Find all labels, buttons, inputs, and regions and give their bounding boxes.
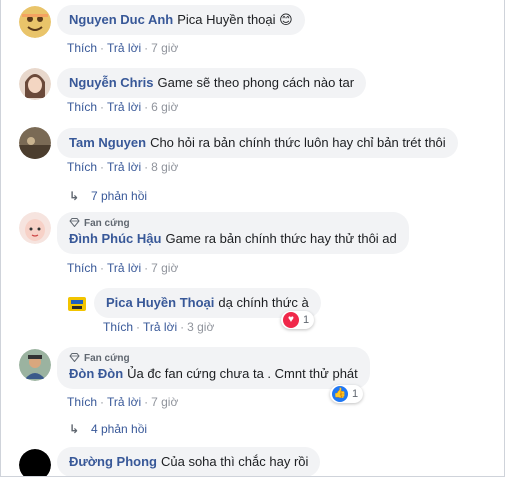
comment-time[interactable]: 7 giờ [151, 395, 178, 409]
reply-link[interactable]: Trả lời [143, 320, 177, 334]
like-link[interactable]: Thích [67, 41, 97, 55]
comment-text: dạ chính thức à [218, 295, 309, 310]
comment-author[interactable]: Nguyễn Chris [69, 75, 154, 90]
view-replies-link[interactable]: ↳ 4 phản hồi [69, 422, 147, 436]
like-link[interactable]: Thích [67, 395, 97, 409]
comment-actions: Thích · Trả lời · 7 giờ [67, 395, 179, 409]
reply-arrow-icon: ↳ [69, 422, 80, 436]
reply-arrow-icon: ↳ [69, 189, 80, 203]
comment-actions: Thích · Trả lời · 3 giờ [103, 320, 215, 334]
thumbs-up-icon: 👍 [332, 386, 348, 402]
comment-time[interactable]: 7 giờ [151, 41, 178, 55]
comment-text: Ủa đc fan cứng chưa ta . Cmnt thử phát [127, 366, 358, 381]
comment-time[interactable]: 8 giờ [151, 160, 178, 174]
avatar[interactable] [19, 127, 51, 159]
comment-time[interactable]: 6 giờ [151, 100, 178, 114]
reaction-count[interactable]: ♥ 1 [281, 311, 315, 329]
comments-panel: Nguyen Duc Anh Pica Huyền thoại 😊 Thích · T… [0, 0, 505, 477]
reply-link[interactable]: Trả lời [107, 261, 141, 275]
like-link[interactable]: Thích [67, 160, 97, 174]
comment-time[interactable]: 3 giờ [187, 320, 214, 334]
comment-bubble: Nguyen Duc Anh Pica Huyền thoại 😊 [57, 5, 305, 35]
like-link[interactable]: Thích [67, 100, 97, 114]
view-replies-link[interactable]: ↳ 7 phản hồi [69, 189, 147, 203]
fan-badge: Fan cứng [69, 352, 358, 365]
comment-author[interactable]: Tam Nguyen [69, 135, 146, 150]
avatar[interactable] [19, 6, 51, 38]
avatar[interactable] [67, 294, 87, 314]
diamond-icon [69, 353, 80, 362]
reply-link[interactable]: Trả lời [107, 160, 141, 174]
comment-actions: Thích · Trả lời · 8 giờ [67, 160, 179, 174]
heart-icon: ♥ [283, 312, 299, 328]
comment-text: Cho hỏi ra bản chính thức luôn hay chỉ b… [150, 135, 446, 150]
comment-author[interactable]: Nguyen Duc Anh [69, 12, 173, 27]
comment-author[interactable]: Pica Huyền Thoại [106, 295, 214, 310]
comment-author[interactable]: Đòn Đòn [69, 366, 123, 381]
comment-time[interactable]: 7 giờ [151, 261, 178, 275]
comment-actions: Thích · Trả lời · 7 giờ [67, 41, 179, 55]
comment-actions: Thích · Trả lời · 7 giờ [67, 261, 179, 275]
fan-badge: Fan cứng [69, 217, 397, 230]
comment-author[interactable]: Đình Phúc Hậu [69, 231, 161, 246]
comment-text: Game ra bản chính thức hay thử thôi ad [165, 231, 397, 246]
avatar[interactable] [19, 68, 51, 100]
comment-bubble: Tam Nguyen Cho hỏi ra bản chính thức luôn… [57, 128, 458, 158]
comment-bubble: Nguyễn Chris Game sẽ theo phong cách nào … [57, 68, 367, 98]
comment-author[interactable]: Đường Phong [69, 454, 157, 469]
comment-bubble: Fan cứng Đình Phúc Hậu Game ra bản chính … [57, 212, 409, 254]
reply-link[interactable]: Trả lời [107, 100, 141, 114]
comment-text: Pica Huyền thoại [177, 12, 276, 27]
comment-bubble: Fan cứng Đòn Đòn Ủa đc fan cứng chưa ta .… [57, 347, 370, 389]
like-link[interactable]: Thích [67, 261, 97, 275]
avatar[interactable] [19, 449, 51, 476]
like-link[interactable]: Thích [103, 320, 133, 334]
comment-text: Của soha thì chắc hay rồi [160, 454, 309, 469]
reply-link[interactable]: Trả lời [107, 395, 141, 409]
comment-text: Game sẽ theo phong cách nào tar [157, 75, 355, 90]
avatar[interactable] [19, 212, 51, 244]
reply-link[interactable]: Trả lời [107, 41, 141, 55]
comment-bubble: Đường Phong Của soha thì chắc hay rồi [57, 447, 321, 476]
smile-emoji: 😊 [279, 12, 293, 27]
reaction-count[interactable]: 👍 1 [330, 385, 364, 403]
diamond-icon [69, 218, 80, 227]
comment-actions: Thích · Trả lời · 6 giờ [67, 100, 179, 114]
avatar[interactable] [19, 349, 51, 381]
